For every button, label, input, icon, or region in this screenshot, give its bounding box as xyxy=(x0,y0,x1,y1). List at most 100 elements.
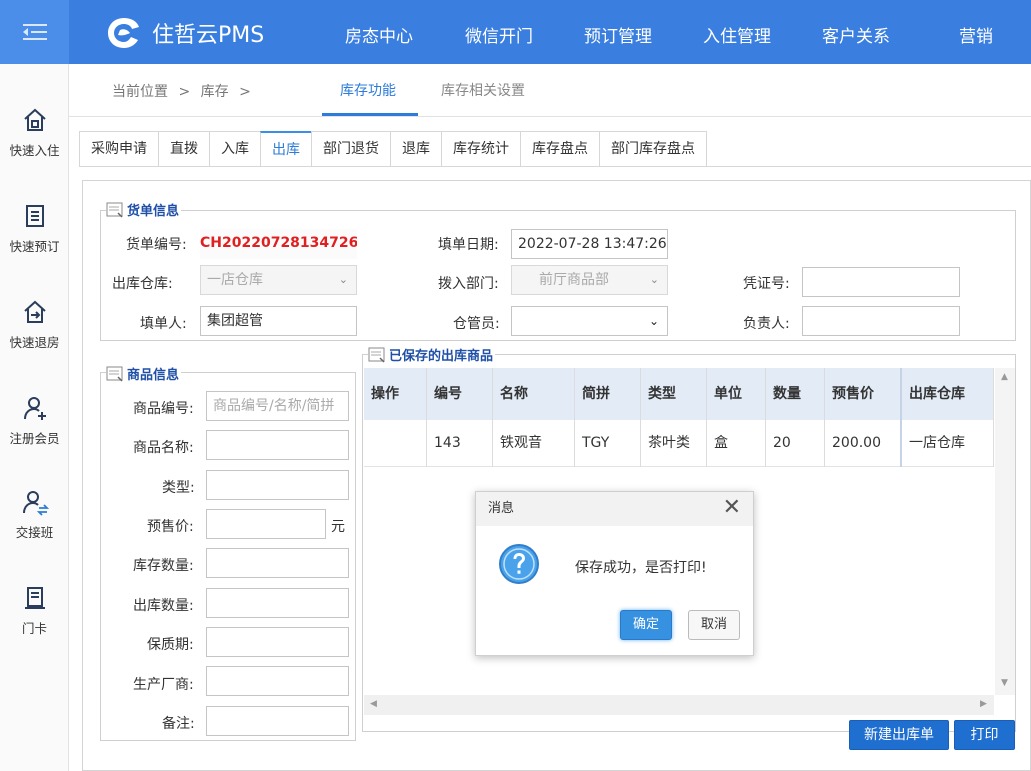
table-cell: 200.00 xyxy=(825,420,902,467)
nav-wechat-door[interactable]: 微信开门 xyxy=(465,22,533,47)
sub-tabs-baseline xyxy=(79,166,1031,167)
product-name-input[interactable] xyxy=(206,430,349,460)
scroll-up-icon[interactable]: ▲ xyxy=(1001,372,1008,382)
tab-dept-stocktaking[interactable]: 部门库存盘点 xyxy=(599,131,707,167)
tab-purchase-request[interactable]: 采购申请 xyxy=(79,131,158,167)
breadcrumb-prefix: 当前位置 xyxy=(112,84,168,100)
order-info-legend: 货单信息 xyxy=(106,200,182,219)
form-icon xyxy=(106,202,123,218)
dialog-message: 保存成功，是否打印! xyxy=(575,560,707,576)
nav-room-status[interactable]: 房态中心 xyxy=(345,22,413,47)
column-header[interactable]: 单位 xyxy=(707,368,766,420)
table-row[interactable]: 143 铁观音 TGY 茶叶类 盒 20 200.00 一店仓库 xyxy=(364,420,994,467)
tab-return-stock[interactable]: 退库 xyxy=(390,131,441,167)
table-cell: 143 xyxy=(427,420,493,467)
note-input[interactable] xyxy=(206,706,349,736)
product-name-label: 商品名称: xyxy=(133,440,194,456)
print-button[interactable]: 打印 xyxy=(954,720,1015,750)
dept-label: 拨入部门: xyxy=(438,276,499,292)
tab-stocktaking[interactable]: 库存盘点 xyxy=(520,131,599,167)
price-label: 预售价: xyxy=(147,519,194,535)
nav-marketing[interactable]: 营销 xyxy=(959,22,993,47)
sidebar-label: 快速预订 xyxy=(9,239,60,254)
manufacturer-label: 生产厂商: xyxy=(133,677,194,693)
product-type-label: 类型: xyxy=(162,480,195,496)
sidebar-label: 交接班 xyxy=(15,525,54,540)
tab-direct-transfer[interactable]: 直拨 xyxy=(158,131,209,167)
home-icon xyxy=(23,108,46,131)
scroll-down-icon[interactable]: ▼ xyxy=(1001,678,1008,688)
saved-items-title: 已保存的出库商品 xyxy=(389,349,494,364)
filler-input[interactable]: 集团超管 xyxy=(200,306,357,336)
owner-input[interactable] xyxy=(802,306,960,336)
column-header[interactable]: 数量 xyxy=(766,368,825,420)
chevron-down-icon: ⌄ xyxy=(338,273,348,286)
order-no-label: 货单编号: xyxy=(126,237,187,253)
price-unit: 元 xyxy=(331,519,345,535)
voucher-input[interactable] xyxy=(802,267,960,297)
sidebar-item-shift-handover[interactable]: 交接班 xyxy=(0,488,69,568)
product-code-label: 商品编号: xyxy=(133,401,194,417)
breadcrumb-section[interactable]: 库存 xyxy=(201,84,229,100)
column-header[interactable]: 编号 xyxy=(427,368,493,420)
tab-stock-stats[interactable]: 库存统计 xyxy=(441,131,520,167)
tab-inventory-functions[interactable]: 库存功能 xyxy=(340,80,396,100)
column-header[interactable]: 预售价 xyxy=(825,368,902,420)
tab-stock-out[interactable]: 出库 xyxy=(260,131,311,167)
close-icon[interactable]: ✕ xyxy=(723,492,741,524)
sidebar-label: 快速退房 xyxy=(9,335,60,350)
stock-qty-input[interactable] xyxy=(206,548,349,578)
manufacturer-input[interactable] xyxy=(206,666,349,696)
confirm-button[interactable]: 确定 xyxy=(620,610,672,640)
cancel-button[interactable]: 取消 xyxy=(688,610,740,640)
out-qty-input[interactable] xyxy=(206,588,349,618)
shift-handover-icon xyxy=(22,491,49,516)
chevron-down-icon: ⌄ xyxy=(648,314,659,328)
menu-toggle-button[interactable] xyxy=(0,0,69,64)
product-type-input[interactable] xyxy=(206,470,349,500)
column-header[interactable]: 名称 xyxy=(493,368,575,420)
shelf-life-input[interactable] xyxy=(206,627,349,657)
keeper-label: 仓管员: xyxy=(453,316,500,332)
note-label: 备注: xyxy=(162,716,195,732)
stock-qty-label: 库存数量: xyxy=(133,558,194,574)
table-cell: TGY xyxy=(575,420,641,467)
table-cell: 盒 xyxy=(707,420,766,467)
card-icon xyxy=(24,587,45,609)
column-header[interactable]: 简拼 xyxy=(575,368,641,420)
tab-dept-return[interactable]: 部门退货 xyxy=(311,131,390,167)
breadcrumb: 当前位置 > 库存 > xyxy=(112,81,257,101)
sidebar-item-door-card[interactable]: 门卡 xyxy=(0,584,69,664)
nav-customer[interactable]: 客户关系 xyxy=(822,22,890,47)
form-icon xyxy=(368,347,385,363)
order-info-title: 货单信息 xyxy=(127,204,180,219)
keeper-select[interactable]: ⌄ xyxy=(511,306,668,336)
product-code-input[interactable]: 商品编号/名称/简拼 xyxy=(206,391,349,421)
dept-value: 前厅商品部 xyxy=(539,272,609,288)
nav-checkin[interactable]: 入住管理 xyxy=(703,22,771,47)
date-field[interactable]: 2022-07-28 13:47:26 xyxy=(511,229,668,259)
warehouse-select[interactable]: 一店仓库 ⌄ xyxy=(200,265,357,295)
dept-select[interactable]: 前厅商品部 ⌄ xyxy=(511,265,668,295)
horizontal-scrollbar[interactable]: ◀ ▶ xyxy=(364,695,994,715)
scroll-left-icon[interactable]: ◀ xyxy=(370,699,377,709)
sidebar-item-quick-checkout[interactable]: 快速退房 xyxy=(0,298,69,378)
divider xyxy=(69,116,1031,117)
tab-inventory-settings[interactable]: 库存相关设置 xyxy=(441,80,525,100)
new-out-order-button[interactable]: 新建出库单 xyxy=(849,720,949,750)
column-header[interactable]: 出库仓库 xyxy=(902,368,994,420)
sidebar-item-quick-checkin[interactable]: 快速入住 xyxy=(0,106,69,186)
out-qty-label: 出库数量: xyxy=(133,598,194,614)
vertical-scrollbar[interactable]: ▲ ▼ xyxy=(995,368,1015,695)
column-header[interactable]: 类型 xyxy=(641,368,707,420)
table-cell-action[interactable] xyxy=(364,420,427,467)
breadcrumb-separator: > xyxy=(239,84,251,100)
brand[interactable]: 住哲云PMS xyxy=(106,16,264,50)
scroll-right-icon[interactable]: ▶ xyxy=(980,699,987,709)
sidebar-item-quick-booking[interactable]: 快速预订 xyxy=(0,202,69,282)
nav-booking[interactable]: 预订管理 xyxy=(584,22,652,47)
tab-stock-in[interactable]: 入库 xyxy=(209,131,260,167)
column-header[interactable]: 操作 xyxy=(364,368,427,420)
sidebar-item-register-member[interactable]: 注册会员 xyxy=(0,394,69,474)
price-input[interactable] xyxy=(206,509,326,539)
